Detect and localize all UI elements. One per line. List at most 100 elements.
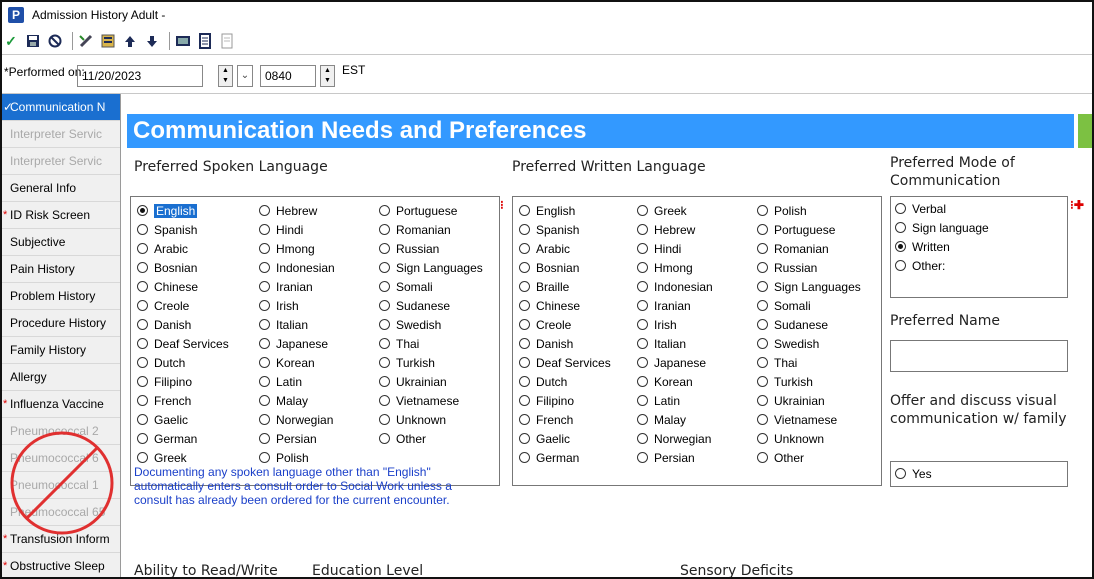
radio-button[interactable] (259, 414, 270, 425)
radio-option[interactable]: Deaf Services (519, 353, 611, 372)
sidebar-item[interactable]: Pneumococcal 6 (2, 445, 120, 472)
radio-button[interactable] (895, 468, 906, 479)
radio-option[interactable]: Portuguese (379, 201, 483, 220)
radio-button[interactable] (379, 414, 390, 425)
radio-option[interactable]: Hebrew (259, 201, 335, 220)
radio-option[interactable]: Romanian (379, 220, 483, 239)
radio-option[interactable]: Indonesian (637, 277, 713, 296)
radio-button[interactable] (137, 376, 148, 387)
radio-button[interactable] (137, 224, 148, 235)
radio-option[interactable]: Polish (757, 201, 861, 220)
radio-option[interactable]: Sudanese (379, 296, 483, 315)
radio-option[interactable]: Norwegian (259, 410, 335, 429)
performed-date-input[interactable]: 11/20/2023 (77, 65, 203, 87)
sidebar-item[interactable]: Interpreter Servic (2, 148, 120, 175)
radio-option[interactable]: Unknown (757, 429, 861, 448)
radio-option[interactable]: Norwegian (637, 429, 713, 448)
radio-button[interactable] (379, 281, 390, 292)
radio-button[interactable] (757, 262, 768, 273)
radio-button[interactable] (137, 414, 148, 425)
radio-button[interactable] (137, 281, 148, 292)
performed-time-input[interactable]: 0840 (260, 65, 316, 87)
radio-button[interactable] (137, 319, 148, 330)
radio-option[interactable]: Chinese (519, 296, 611, 315)
radio-button[interactable] (757, 395, 768, 406)
sidebar-item[interactable]: Allergy (2, 364, 120, 391)
edit-icon[interactable] (77, 32, 95, 50)
radio-button[interactable] (757, 205, 768, 216)
radio-button[interactable] (379, 205, 390, 216)
radio-option[interactable]: Somali (757, 296, 861, 315)
radio-button[interactable] (757, 300, 768, 311)
radio-option[interactable]: Dutch (137, 353, 229, 372)
radio-option[interactable]: Filipino (137, 372, 229, 391)
radio-option[interactable]: Vietnamese (757, 410, 861, 429)
radio-button[interactable] (259, 452, 270, 463)
check-icon[interactable]: ✓ (2, 32, 20, 50)
radio-option[interactable]: Sign Languages (757, 277, 861, 296)
radio-button[interactable] (637, 300, 648, 311)
radio-button[interactable] (757, 433, 768, 444)
radio-button[interactable] (259, 281, 270, 292)
notes-icon[interactable] (196, 32, 214, 50)
radio-option[interactable]: Italian (637, 334, 713, 353)
radio-option[interactable]: Thai (379, 334, 483, 353)
radio-button[interactable] (379, 433, 390, 444)
sidebar-item[interactable]: * Transfusion Inform (2, 526, 120, 553)
radio-button[interactable] (137, 433, 148, 444)
radio-option[interactable]: Russian (757, 258, 861, 277)
radio-button[interactable] (757, 338, 768, 349)
sidebar-item[interactable]: General Info (2, 175, 120, 202)
radio-option[interactable]: Spanish (519, 220, 611, 239)
radio-button[interactable] (895, 222, 906, 233)
radio-option[interactable]: Other: (895, 256, 989, 275)
radio-option[interactable]: Korean (259, 353, 335, 372)
radio-button[interactable] (379, 300, 390, 311)
radio-button[interactable] (379, 262, 390, 273)
radio-button[interactable] (137, 205, 148, 216)
radio-option[interactable]: Creole (519, 315, 611, 334)
date-spinner[interactable]: ▲ ▼ (218, 65, 233, 87)
sidebar-item[interactable]: Pneumococcal 65 (2, 499, 120, 526)
down-arrow-icon[interactable] (143, 32, 161, 50)
sidebar-item[interactable]: Pneumococcal 1 (2, 472, 120, 499)
radio-button[interactable] (379, 319, 390, 330)
radio-button[interactable] (637, 224, 648, 235)
sidebar-item[interactable]: Pneumococcal 2 (2, 418, 120, 445)
radio-option[interactable]: Ukrainian (379, 372, 483, 391)
radio-button[interactable] (137, 338, 148, 349)
radio-option[interactable]: Verbal (895, 199, 989, 218)
radio-option[interactable]: Bosnian (137, 258, 229, 277)
cancel-icon[interactable] (46, 32, 64, 50)
radio-option[interactable]: German (137, 429, 229, 448)
radio-button[interactable] (259, 357, 270, 368)
radio-button[interactable] (637, 357, 648, 368)
radio-button[interactable] (137, 357, 148, 368)
radio-button[interactable] (637, 338, 648, 349)
radio-option[interactable]: Vietnamese (379, 391, 483, 410)
radio-option[interactable]: Chinese (137, 277, 229, 296)
radio-button[interactable] (259, 395, 270, 406)
time-spinner[interactable]: ▲ ▼ (320, 65, 335, 87)
radio-button[interactable] (757, 357, 768, 368)
radio-button[interactable] (259, 205, 270, 216)
radio-option[interactable]: Braille (519, 277, 611, 296)
radio-button[interactable] (637, 414, 648, 425)
radio-option[interactable]: Portuguese (757, 220, 861, 239)
radio-option[interactable]: Latin (259, 372, 335, 391)
radio-option[interactable]: Japanese (259, 334, 335, 353)
radio-option[interactable]: Danish (519, 334, 611, 353)
radio-button[interactable] (137, 395, 148, 406)
radio-button[interactable] (519, 357, 530, 368)
radio-button[interactable] (259, 262, 270, 273)
radio-button[interactable] (379, 376, 390, 387)
radio-option[interactable]: French (519, 410, 611, 429)
radio-option[interactable]: Hmong (259, 239, 335, 258)
radio-button[interactable] (637, 452, 648, 463)
radio-option[interactable]: Somali (379, 277, 483, 296)
sidebar-item[interactable]: Pain History (2, 256, 120, 283)
radio-option[interactable]: Korean (637, 372, 713, 391)
radio-option[interactable]: Filipino (519, 391, 611, 410)
print-icon[interactable] (218, 32, 236, 50)
radio-option[interactable]: Malay (259, 391, 335, 410)
